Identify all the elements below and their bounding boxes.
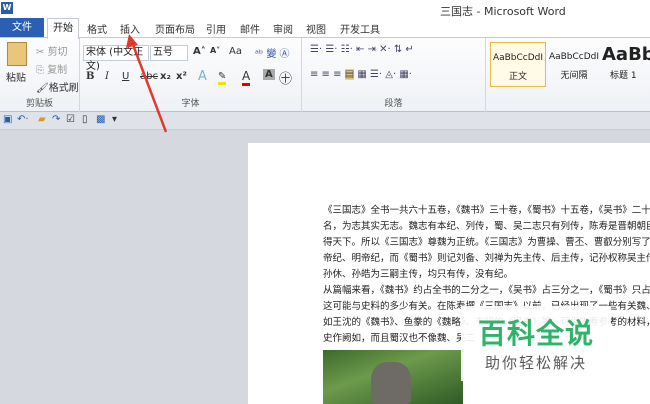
red-arrow-annotation	[126, 34, 168, 133]
tab-home[interactable]: 开始	[47, 18, 79, 39]
